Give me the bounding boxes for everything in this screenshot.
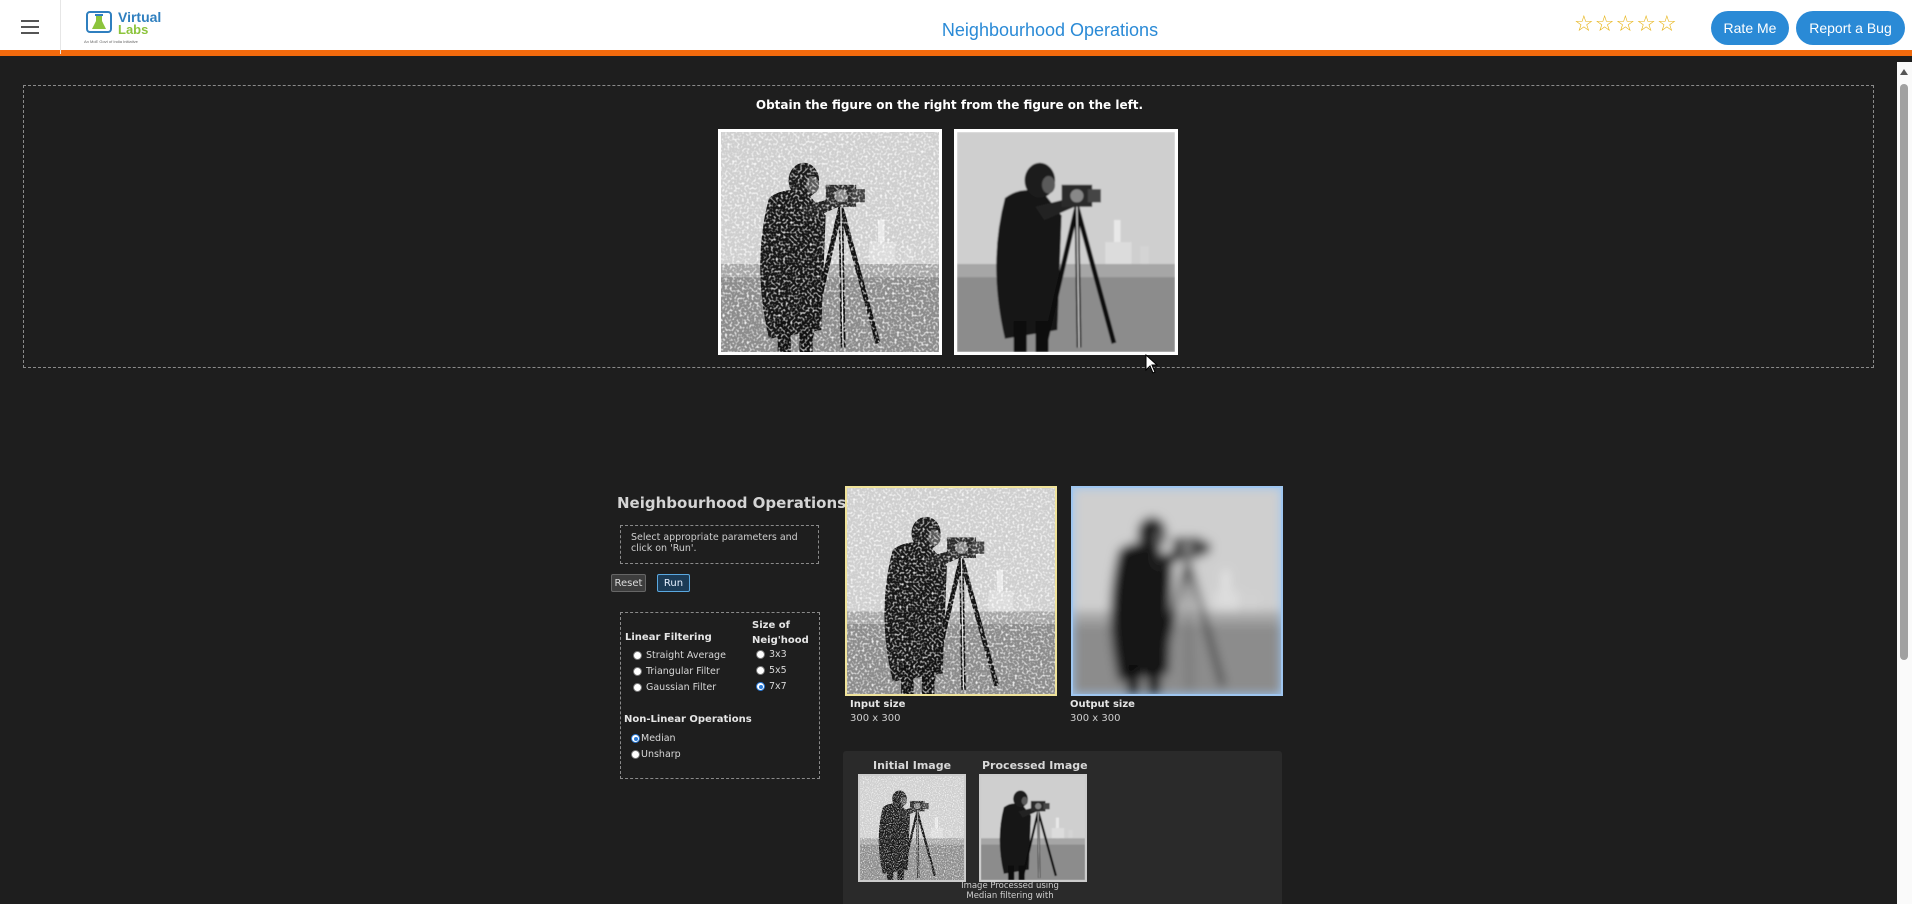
radio-size-5x5[interactable]: 5x5 xyxy=(756,665,787,676)
radio-gaussian-filter[interactable]: Gaussian Filter xyxy=(633,682,716,693)
question-clean-image xyxy=(954,129,1178,355)
mouse-cursor-icon xyxy=(1145,354,1159,374)
processed-image-caption: Image Processed using Median filtering w… xyxy=(961,881,1059,901)
scroll-up-arrow-icon[interactable] xyxy=(1900,69,1908,75)
run-button[interactable]: Run xyxy=(657,574,690,592)
star-icon[interactable]: ☆ xyxy=(1657,13,1677,37)
star-icon[interactable]: ☆ xyxy=(1595,13,1615,37)
history-panel: Initial Image Processed Image Image Proc… xyxy=(843,751,1282,904)
radio-straight-average[interactable]: Straight Average xyxy=(633,650,726,661)
radio-triangular-filter[interactable]: Triangular Filter xyxy=(633,666,720,677)
instructions-box: Select appropriate parameters and click … xyxy=(620,525,819,564)
input-size-value: 300 x 300 xyxy=(850,713,901,724)
radio-size-7x7[interactable]: 7x7 xyxy=(756,681,787,692)
processed-image-label: Processed Image xyxy=(982,759,1088,772)
input-size-label: Input size xyxy=(850,699,906,710)
initial-image-label: Initial Image xyxy=(873,759,952,772)
rating-stars[interactable]: ☆ ☆ ☆ ☆ ☆ xyxy=(1574,13,1677,37)
question-panel: Obtain the figure on the right from the … xyxy=(23,85,1874,368)
scrollbar-thumb[interactable] xyxy=(1900,84,1908,660)
initial-image-thumbnail[interactable] xyxy=(858,774,966,882)
top-header: Virtual Labs An MoE Govt of India Initia… xyxy=(0,0,1912,56)
output-image xyxy=(1071,486,1283,696)
non-linear-heading: Non-Linear Operations xyxy=(624,714,752,725)
parameters-panel: Linear Filtering Straight Average Triang… xyxy=(620,612,820,779)
linear-filtering-heading: Linear Filtering xyxy=(625,632,712,643)
size-heading-line2: Neig'hood xyxy=(752,635,809,646)
experiment-title: Neighbourhood Operations xyxy=(617,494,847,512)
rate-me-button[interactable]: Rate Me xyxy=(1711,11,1789,45)
star-icon[interactable]: ☆ xyxy=(1615,13,1635,37)
report-bug-button[interactable]: Report a Bug xyxy=(1796,11,1905,45)
radio-median[interactable]: Median xyxy=(631,733,676,744)
instructions-text: Select appropriate parameters and click … xyxy=(631,532,798,554)
reset-button[interactable]: Reset xyxy=(611,574,646,592)
star-icon[interactable]: ☆ xyxy=(1636,13,1656,37)
question-noisy-image xyxy=(718,129,942,355)
radio-unsharp[interactable]: Unsharp xyxy=(631,749,681,760)
output-size-value: 300 x 300 xyxy=(1070,713,1121,724)
page-scrollbar[interactable] xyxy=(1897,62,1912,904)
radio-size-3x3[interactable]: 3x3 xyxy=(756,649,787,660)
size-heading-line1: Size of xyxy=(752,620,790,631)
star-icon[interactable]: ☆ xyxy=(1574,13,1594,37)
question-text: Obtain the figure on the right from the … xyxy=(755,98,1144,112)
input-image xyxy=(845,486,1057,696)
output-size-label: Output size xyxy=(1070,699,1135,710)
processed-image-thumbnail[interactable] xyxy=(979,774,1087,882)
